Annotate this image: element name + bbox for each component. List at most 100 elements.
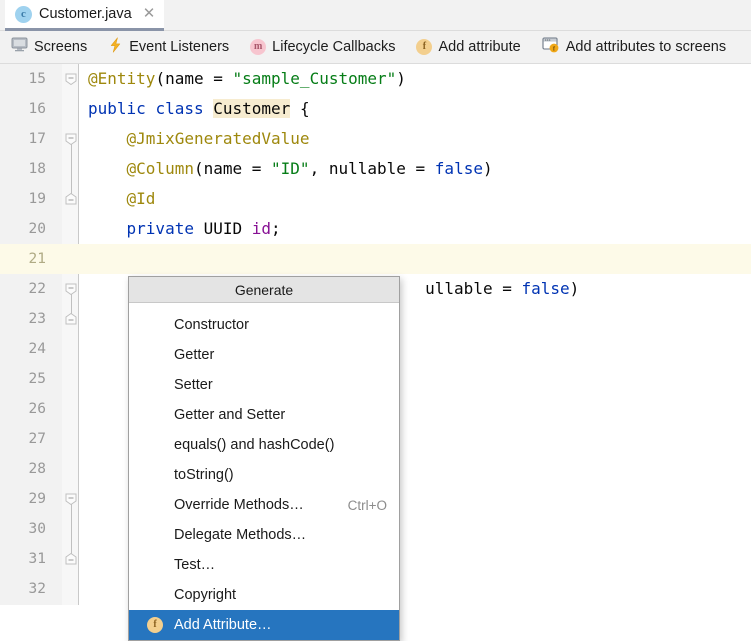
menu-item-label: Add Attribute… (174, 617, 272, 633)
generate-menu-item[interactable]: Setter (129, 370, 399, 400)
menu-item-label: Constructor (174, 317, 249, 333)
toolbar-item-label: Event Listeners (129, 39, 230, 55)
line-number: 19 (28, 191, 46, 207)
generate-menu-item[interactable]: Override Methods… Ctrl+O (129, 490, 399, 520)
menu-item-label: Getter and Setter (174, 407, 286, 423)
generate-popup-title: Generate (129, 277, 399, 303)
menu-item-label: Copyright (174, 587, 237, 603)
toolbar-item-add-attribute[interactable]: f Add attribute (416, 39, 521, 55)
code-line-text: private UUID id; (88, 214, 281, 244)
code-token: UUID (193, 219, 252, 238)
code-token: class (155, 99, 204, 118)
toolbar-item-label: Add attribute (438, 39, 521, 55)
editor-line[interactable]: 21 (0, 244, 751, 274)
fold-collapse-start-icon[interactable] (65, 73, 77, 85)
code-token: "ID" (271, 159, 310, 178)
code-token: (name = (155, 69, 233, 88)
editor-tab-bar: c Customer.java ✕ (0, 0, 751, 31)
toolbar-item-label: Lifecycle Callbacks (272, 39, 396, 55)
line-number: 22 (28, 281, 46, 297)
lifecycle-callbacks-method-icon: m (250, 39, 267, 55)
code-line-text: @Column(name = "ID", nullable = false) (88, 154, 493, 184)
editor-line[interactable]: 19 @Id (0, 184, 751, 214)
code-token: id (251, 219, 272, 238)
line-number: 25 (28, 371, 46, 387)
toolbar-item-screens[interactable]: Screens (11, 37, 87, 57)
generate-menu-item[interactable]: Constructor (129, 310, 399, 340)
generate-popup-list: Constructor Getter Setter Getter and Setter… (129, 306, 399, 640)
fold-collapse-end-icon[interactable] (65, 313, 77, 325)
generate-menu-item[interactable]: toString() (129, 460, 399, 490)
editor-tab-customer-java[interactable]: c Customer.java ✕ (5, 0, 165, 31)
generate-menu-item[interactable]: f Add Attribute… (129, 610, 399, 640)
generate-menu-item[interactable]: Getter (129, 340, 399, 370)
editor-line[interactable]: 20 private UUID id; (0, 214, 751, 244)
fold-collapse-end-icon[interactable] (65, 193, 77, 205)
java-class-icon: c (15, 5, 32, 23)
code-token: public (88, 99, 146, 118)
line-number: 15 (28, 71, 46, 87)
editor-line[interactable]: 15 @Entity(name = "sample_Customer") (0, 64, 751, 94)
fold-region-line (70, 294, 72, 314)
code-token: @Column (126, 159, 194, 178)
line-number: 20 (28, 221, 46, 237)
line-number: 32 (28, 581, 46, 597)
code-token: { (290, 99, 310, 118)
add-attribute-field-icon: f (416, 39, 433, 55)
code-token: false (434, 159, 483, 178)
line-number: 31 (28, 551, 46, 567)
close-icon[interactable]: ✕ (143, 6, 156, 21)
code-token: ) (569, 279, 580, 298)
fold-region-line (70, 144, 72, 194)
line-number: 21 (28, 251, 46, 267)
toolbar-item-event-listeners[interactable]: Event Listeners (108, 37, 229, 58)
line-number: 16 (28, 101, 46, 117)
generate-menu-item[interactable]: Copyright (129, 580, 399, 610)
fold-collapse-end-icon[interactable] (65, 553, 77, 565)
code-token: , nullable = (309, 159, 435, 178)
menu-item-shortcut: Ctrl+O (347, 497, 387, 513)
code-line-text: @JmixGeneratedValue (88, 124, 310, 154)
jmix-entity-actions-toolbar: Screens Event Listeners m Lifecycle Call… (0, 31, 751, 64)
menu-item-label: toString() (174, 467, 234, 483)
menu-item-label: Setter (174, 377, 213, 393)
menu-item-label: equals() and hashCode() (174, 437, 335, 453)
menu-item-label: Override Methods… (174, 497, 304, 513)
line-number: 24 (28, 341, 46, 357)
code-token: @Id (126, 189, 156, 208)
fold-region-line (70, 504, 72, 554)
code-token: "sample_Customer" (232, 69, 397, 88)
line-number: 18 (28, 161, 46, 177)
code-token: @Entity (88, 69, 156, 88)
code-token: private (126, 219, 194, 238)
editor-line[interactable]: 16 public class Customer { (0, 94, 751, 124)
code-token: Customer (213, 99, 291, 118)
toolbar-item-label: Add attributes to screens (565, 39, 727, 55)
generate-menu-item[interactable]: Getter and Setter (129, 400, 399, 430)
generate-menu-item[interactable]: equals() and hashCode() (129, 430, 399, 460)
generate-menu-item[interactable]: Test… (129, 550, 399, 580)
toolbar-item-lifecycle-callbacks[interactable]: m Lifecycle Callbacks (250, 39, 395, 55)
line-number: 17 (28, 131, 46, 147)
code-line-text: @Id (88, 184, 156, 214)
code-token: ) (482, 159, 493, 178)
ide-editor-window: c Customer.java ✕ Screens Event Listener… (0, 0, 751, 641)
menu-item-label: Test… (174, 557, 216, 573)
line-number: 26 (28, 401, 46, 417)
code-token: false (521, 279, 570, 298)
menu-item-label: Getter (174, 347, 215, 363)
line-number: 23 (28, 311, 46, 327)
editor-line[interactable]: 17 @JmixGeneratedValue (0, 124, 751, 154)
editor-line[interactable]: 18 @Column(name = "ID", nullable = false… (0, 154, 751, 184)
line-number: 28 (28, 461, 46, 477)
generate-menu-item[interactable]: Delegate Methods… (129, 520, 399, 550)
toolbar-item-add-attributes-to-screens[interactable]: f Add attributes to screens (542, 36, 727, 58)
generate-popup-menu[interactable]: Generate Constructor Getter Setter Getter a… (128, 276, 400, 641)
code-token: ; (271, 219, 281, 238)
code-token: ) (396, 69, 406, 88)
